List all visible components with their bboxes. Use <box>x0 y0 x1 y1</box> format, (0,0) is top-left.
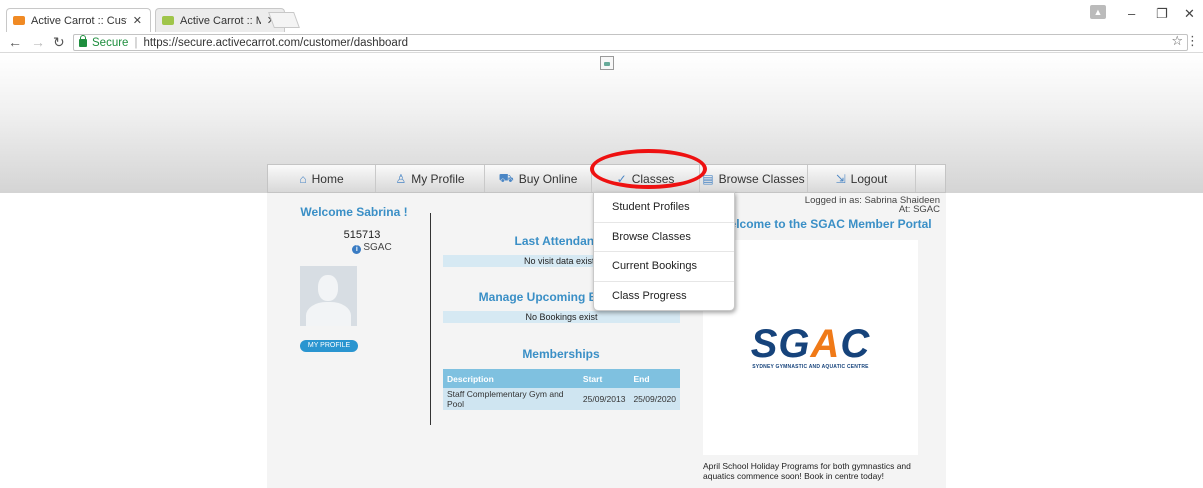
reload-icon[interactable]: ↻ <box>53 34 65 51</box>
exit-icon: ⇲ <box>835 171 846 186</box>
menu-item-browse-classes[interactable]: Browse Classes <box>594 223 734 252</box>
memberships-heading: Memberships <box>522 347 600 361</box>
membership-start: 25/09/2013 <box>578 388 630 410</box>
cart-icon: ⛟ <box>498 170 514 185</box>
nav-buy-online[interactable]: ⛟ Buy Online <box>485 165 592 192</box>
person-icon: ♙ <box>395 171 407 186</box>
nav-label: Logout <box>850 171 888 186</box>
table-header-row: Description Start End <box>443 369 680 388</box>
url-text: https://secure.activecarrot.com/customer… <box>143 36 409 49</box>
member-id: 515713 <box>343 229 381 241</box>
browser-tab-customer[interactable]: Active Carrot :: Customer ✕ <box>6 8 151 32</box>
tab-title: Active Carrot :: Customer <box>31 14 127 27</box>
sgac-logo-subtitle: SYDNEY GYMNASTIC AND AQUATIC CENTRE <box>752 364 869 370</box>
browser-tab-manager[interactable]: Active Carrot :: Manager ✕ <box>155 8 285 32</box>
member-centre: i SGAC <box>322 242 422 254</box>
close-tab-icon[interactable]: ✕ <box>133 14 142 27</box>
nav-label: Home <box>311 171 344 186</box>
home-icon: ⌂ <box>299 171 307 186</box>
menu-item-student-profiles[interactable]: Student Profiles <box>594 193 734 223</box>
browser-menu-icon[interactable]: ⋮ <box>1186 33 1199 49</box>
nav-label: Browse Classes <box>718 171 805 186</box>
my-profile-button[interactable]: MY PROFILE <box>300 340 358 352</box>
tab-title: Active Carrot :: Manager <box>180 14 261 27</box>
col-end: End <box>629 369 680 388</box>
sgac-logo: SGAC <box>750 322 871 366</box>
nav-label: Buy Online <box>518 171 578 186</box>
welcome-heading: Welcome Sabrina ! <box>300 205 408 219</box>
logged-in-centre: At: SGAC <box>898 204 940 215</box>
nav-home[interactable]: ⌂ Home <box>268 165 376 192</box>
avatar-head <box>318 275 338 301</box>
user-profile-icon[interactable]: ▲ <box>1090 5 1106 19</box>
col-description: Description <box>443 369 579 388</box>
membership-description: Staff Complementary Gym and Pool <box>443 388 579 410</box>
forward-arrow-icon[interactable]: → <box>31 34 45 50</box>
carrot-favicon-icon <box>13 16 25 25</box>
menu-item-current-bookings[interactable]: Current Bookings <box>594 252 734 282</box>
restore-icon[interactable]: ❐ <box>1156 6 1168 22</box>
membership-end: 25/09/2020 <box>629 388 680 410</box>
nav-label: My Profile <box>411 171 465 186</box>
browser-tab-strip: Active Carrot :: Customer ✕ Active Carro… <box>0 0 1203 33</box>
header-banner-image-icon <box>600 56 614 70</box>
lock-icon <box>79 34 87 47</box>
column-divider <box>430 213 431 425</box>
back-arrow-icon[interactable]: ← <box>8 34 22 50</box>
nav-browse-classes[interactable]: ▤ Browse Classes <box>700 165 808 192</box>
memberships-table: Description Start End Staff Complementar… <box>443 369 680 410</box>
url-separator: | <box>134 36 138 49</box>
table-row: Staff Complementary Gym and Pool 25/09/2… <box>443 388 680 410</box>
url-input[interactable]: Secure | https://secure.activecarrot.com… <box>73 34 1188 51</box>
new-tab-button[interactable] <box>268 12 300 28</box>
col-start: Start <box>578 369 630 388</box>
nav-my-profile[interactable]: ♙ My Profile <box>376 165 485 192</box>
info-icon[interactable]: i <box>352 245 362 254</box>
logged-in-info: Logged in as: Sabrina Shaideen At: SGAC <box>805 196 940 215</box>
avatar <box>300 266 357 326</box>
carrot-favicon-icon <box>162 16 174 25</box>
bookmark-star-icon[interactable]: ☆ <box>1171 33 1183 49</box>
avatar-body <box>306 302 351 326</box>
classes-highlight-annotation <box>590 149 707 189</box>
menu-item-class-progress[interactable]: Class Progress <box>594 282 734 312</box>
sgac-logo-image: SGAC SYDNEY GYMNASTIC AND AQUATIC CENTRE <box>703 240 918 455</box>
secure-label: Secure <box>92 36 129 49</box>
centre-label: SGAC <box>363 242 392 253</box>
portal-announcement: April School Holiday Programs for both g… <box>703 461 911 481</box>
classes-dropdown-menu: Student Profiles Browse Classes Current … <box>593 192 735 311</box>
upcoming-bookings-empty: No Bookings exist <box>443 311 680 323</box>
nav-logout[interactable]: ⇲ Logout <box>808 165 916 192</box>
address-bar: ← → ↻ Secure | https://secure.activecarr… <box>0 33 1203 53</box>
minimize-icon[interactable]: – <box>1128 6 1135 21</box>
close-window-icon[interactable]: ✕ <box>1184 6 1195 22</box>
portal-welcome-heading: Welcome to the SGAC Member Portal <box>718 217 932 231</box>
